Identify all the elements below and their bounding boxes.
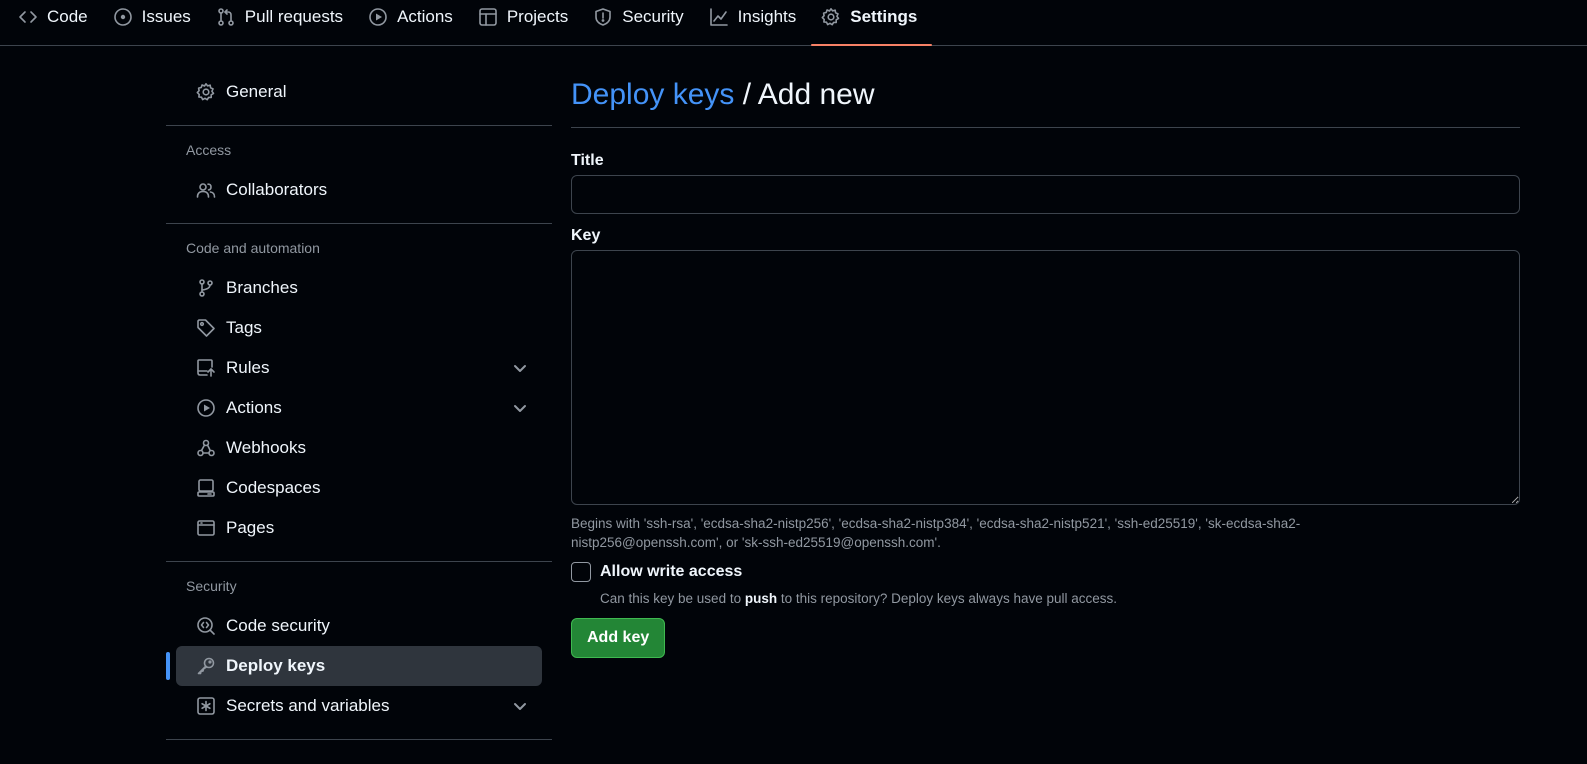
add-key-button[interactable]: Add key bbox=[571, 618, 666, 658]
write-access-note-push: push bbox=[744, 591, 778, 606]
sidebar-item-label: Secrets and variables bbox=[226, 696, 390, 715]
title-input[interactable] bbox=[571, 175, 1520, 214]
codescan-icon bbox=[197, 617, 215, 635]
asterisk-icon bbox=[197, 697, 215, 715]
sidebar-item-label: Collaborators bbox=[226, 180, 328, 199]
sidebar-item-label: Actions bbox=[226, 398, 282, 417]
settings-sidebar: General Access Collaborators Code and au… bbox=[166, 72, 552, 756]
tab-projects[interactable]: Projects bbox=[468, 0, 583, 36]
sidebar-item-branches[interactable]: Branches bbox=[176, 268, 542, 308]
write-access-note: Can this key be used to push to this rep… bbox=[600, 591, 1520, 606]
people-icon bbox=[196, 183, 216, 198]
tab-code-label: Code bbox=[47, 7, 88, 26]
sidebar-item-label: Code security bbox=[226, 616, 330, 635]
add-deploy-key-form: Deploy keys / Add new Title Key Begins w… bbox=[571, 78, 1520, 658]
sidebar-item-actions[interactable]: Actions bbox=[176, 388, 542, 428]
allow-write-access-label[interactable]: Allow write access bbox=[600, 563, 742, 581]
sidebar-item-label: General bbox=[226, 82, 287, 101]
sidebar-item-webhooks[interactable]: Webhooks bbox=[176, 428, 542, 468]
gear-icon bbox=[196, 83, 215, 101]
tab-security-label: Security bbox=[622, 7, 684, 26]
sidebar-divider bbox=[166, 739, 552, 740]
tab-insights-label: Insights bbox=[737, 7, 797, 26]
page-title: Deploy keys / Add new bbox=[571, 78, 1520, 128]
graph-icon bbox=[709, 8, 728, 26]
chevron-down-icon bbox=[514, 405, 526, 412]
key-icon bbox=[197, 657, 215, 675]
sidebar-item-general[interactable]: General bbox=[176, 72, 542, 112]
sidebar-heading-code-automation: Code and automation bbox=[186, 240, 320, 256]
title-separator: / bbox=[734, 78, 758, 111]
sidebar-item-tags[interactable]: Tags bbox=[176, 308, 542, 348]
tab-projects-label: Projects bbox=[506, 7, 569, 26]
tab-pull-requests[interactable]: Pull requests bbox=[206, 0, 358, 36]
chevron-down-icon bbox=[514, 703, 526, 710]
git-pull-request-icon bbox=[217, 8, 234, 26]
tab-actions[interactable]: Actions bbox=[358, 0, 468, 36]
tab-pull-requests-label: Pull requests bbox=[244, 7, 344, 26]
key-format-hint: Begins with 'ssh-rsa', 'ecdsa-sha2-nistp… bbox=[571, 516, 1301, 550]
tab-settings-label: Settings bbox=[850, 7, 918, 26]
write-access-row: Allow write access bbox=[571, 562, 1520, 582]
sidebar-item-code-security[interactable]: Code security bbox=[176, 606, 542, 646]
tab-security[interactable]: Security bbox=[583, 0, 698, 36]
sidebar-item-label: Branches bbox=[226, 278, 298, 297]
code-icon bbox=[19, 11, 37, 23]
sidebar-item-collaborators[interactable]: Collaborators bbox=[176, 170, 542, 210]
sidebar-item-codespaces[interactable]: Codespaces bbox=[176, 468, 542, 508]
repo-nav: Code Issues Pull requests Actions Projec… bbox=[0, 0, 1587, 46]
table-icon bbox=[479, 8, 497, 26]
sidebar-item-pages[interactable]: Pages bbox=[176, 508, 542, 548]
codespaces-icon bbox=[197, 479, 215, 497]
sidebar-item-deploy-keys[interactable]: Deploy keys bbox=[166, 646, 542, 686]
tag-icon bbox=[197, 319, 215, 337]
key-textarea[interactable] bbox=[571, 250, 1520, 505]
sidebar-divider bbox=[166, 561, 552, 562]
sidebar-item-secrets-variables[interactable]: Secrets and variables bbox=[176, 686, 542, 726]
allow-write-access-checkbox[interactable] bbox=[571, 562, 591, 582]
repo-push-icon bbox=[197, 359, 215, 377]
sidebar-heading-access: Access bbox=[186, 142, 232, 158]
browser-icon bbox=[197, 520, 215, 536]
sidebar-item-label: Webhooks bbox=[226, 438, 307, 457]
tab-issues-label: Issues bbox=[141, 7, 191, 26]
sidebar-item-rules[interactable]: Rules bbox=[176, 348, 542, 388]
sidebar-item-label: Codespaces bbox=[226, 478, 321, 497]
write-access-note-text-end: to this repository? Deploy keys always h… bbox=[777, 591, 1117, 606]
tab-settings[interactable]: Settings bbox=[811, 0, 933, 46]
gear-icon bbox=[821, 8, 840, 26]
issue-opened-icon bbox=[113, 8, 132, 26]
sidebar-item-label: Tags bbox=[226, 318, 262, 337]
sidebar-item-label: Pages bbox=[226, 518, 275, 537]
tab-code[interactable]: Code bbox=[8, 0, 103, 36]
title-field-label: Title bbox=[571, 152, 604, 169]
page-title-text: Add new bbox=[757, 78, 875, 111]
git-branch-icon bbox=[199, 279, 213, 297]
sidebar-divider bbox=[166, 125, 552, 126]
play-icon bbox=[369, 8, 387, 26]
sidebar-heading-security: Security bbox=[186, 578, 237, 594]
chevron-down-icon bbox=[514, 365, 526, 372]
tab-issues[interactable]: Issues bbox=[103, 0, 206, 36]
sidebar-divider bbox=[166, 223, 552, 224]
play-icon bbox=[197, 399, 215, 417]
write-access-note-text: Can this key be used to bbox=[600, 591, 745, 606]
sidebar-item-label: Rules bbox=[226, 358, 270, 377]
sidebar-item-label: Deploy keys bbox=[226, 656, 326, 675]
tab-actions-label: Actions bbox=[397, 7, 453, 26]
shield-icon bbox=[595, 8, 612, 26]
tab-insights[interactable]: Insights bbox=[699, 0, 812, 36]
webhook-icon bbox=[197, 439, 215, 457]
breadcrumb-deploy-keys[interactable]: Deploy keys bbox=[571, 78, 734, 111]
key-field-label: Key bbox=[571, 227, 601, 244]
